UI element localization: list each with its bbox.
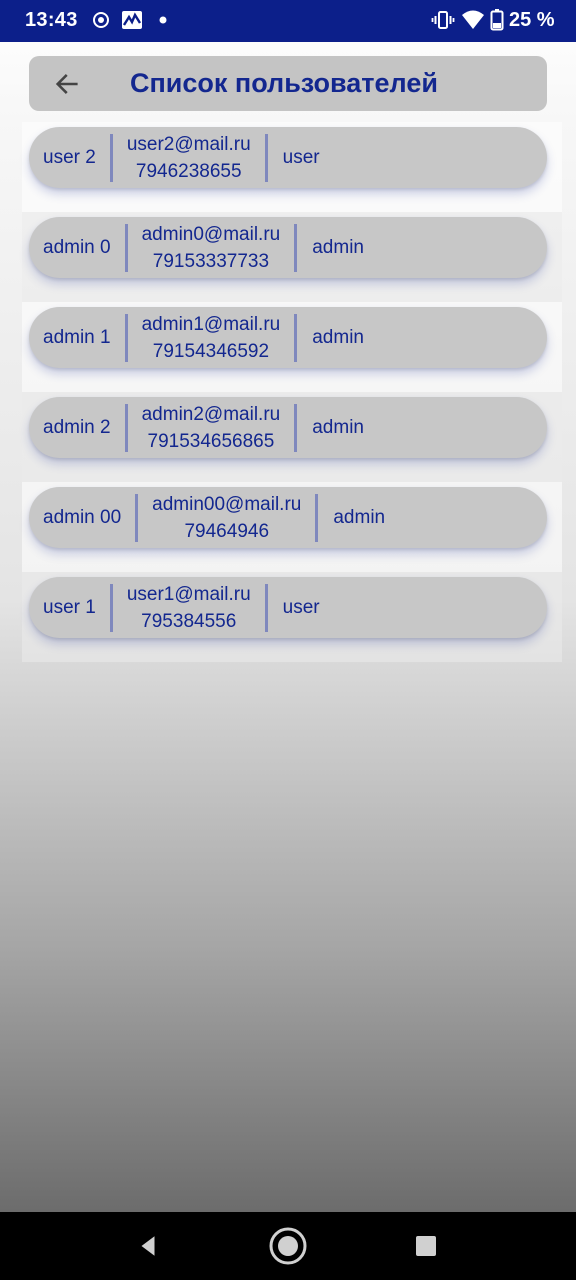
user-card[interactable]: admin 2 admin2@mail.ru 791534656865 admi… bbox=[29, 397, 547, 458]
list-item: admin 1 admin1@mail.ru 79154346592 admin bbox=[22, 302, 562, 392]
app-notification-icon bbox=[120, 8, 144, 32]
user-email: user2@mail.ru bbox=[126, 133, 251, 155]
user-card[interactable]: admin 00 admin00@mail.ru 79464946 admin bbox=[29, 487, 547, 548]
status-time: 13:43 bbox=[25, 9, 78, 31]
page-title: Список пользователей bbox=[130, 68, 438, 98]
nav-recents-button[interactable] bbox=[406, 1226, 446, 1266]
user-name: user 1 bbox=[43, 596, 96, 618]
user-contact: admin0@mail.ru 79153337733 bbox=[128, 221, 295, 275]
back-triangle-icon bbox=[141, 1236, 155, 1256]
arrow-left-icon bbox=[55, 74, 78, 94]
wifi-icon bbox=[461, 8, 485, 32]
user-name: user 2 bbox=[43, 146, 96, 168]
user-card[interactable]: admin 1 admin1@mail.ru 79154346592 admin bbox=[29, 307, 547, 368]
user-email: user1@mail.ru bbox=[126, 583, 251, 605]
user-phone: 7946238655 bbox=[135, 160, 242, 182]
user-contact: user2@mail.ru 7946238655 bbox=[113, 131, 265, 185]
battery-percentage: 25 % bbox=[509, 9, 555, 31]
status-bar: 13:43 25 % bbox=[0, 0, 576, 42]
nav-back-button[interactable] bbox=[128, 1226, 168, 1266]
user-phone: 795384556 bbox=[141, 610, 237, 632]
navigation-bar bbox=[0, 1212, 576, 1280]
user-list[interactable]: user 2 user2@mail.ru 7946238655 user adm… bbox=[22, 122, 562, 662]
home-circle-icon bbox=[269, 1227, 307, 1265]
user-contact: admin00@mail.ru 79464946 bbox=[138, 491, 315, 545]
back-button[interactable] bbox=[45, 63, 89, 105]
user-role: admin bbox=[333, 506, 386, 528]
app-header: Список пользователей bbox=[29, 56, 547, 111]
user-name: admin 00 bbox=[43, 506, 122, 528]
user-role: admin bbox=[312, 416, 364, 438]
list-item: admin 00 admin00@mail.ru 79464946 admin bbox=[22, 482, 562, 572]
user-name: admin 0 bbox=[43, 236, 111, 258]
user-phone: 79153337733 bbox=[152, 250, 270, 272]
user-email: admin1@mail.ru bbox=[141, 313, 281, 335]
user-role: user bbox=[282, 146, 320, 168]
user-card[interactable]: user 2 user2@mail.ru 7946238655 user bbox=[29, 127, 547, 188]
user-email: admin0@mail.ru bbox=[141, 223, 281, 245]
recents-square-icon bbox=[416, 1236, 436, 1256]
user-name: admin 2 bbox=[43, 416, 111, 438]
list-item: admin 2 admin2@mail.ru 791534656865 admi… bbox=[22, 392, 562, 482]
nav-home-button[interactable] bbox=[266, 1224, 310, 1268]
user-card[interactable]: user 1 user1@mail.ru 795384556 user bbox=[29, 577, 547, 638]
user-contact: admin1@mail.ru 79154346592 bbox=[128, 311, 295, 365]
user-role: admin bbox=[312, 326, 364, 348]
vibrate-icon bbox=[431, 8, 455, 32]
list-item: user 2 user2@mail.ru 7946238655 user bbox=[22, 122, 562, 212]
user-email: admin2@mail.ru bbox=[141, 403, 281, 425]
user-phone: 79464946 bbox=[184, 520, 270, 542]
notification-dot-icon bbox=[152, 8, 176, 32]
user-contact: user1@mail.ru 795384556 bbox=[113, 581, 265, 635]
user-card[interactable]: admin 0 admin0@mail.ru 79153337733 admin bbox=[29, 217, 547, 278]
user-phone: 79154346592 bbox=[152, 340, 270, 362]
user-email: admin00@mail.ru bbox=[152, 493, 302, 515]
list-item: admin 0 admin0@mail.ru 79153337733 admin bbox=[22, 212, 562, 302]
user-contact: admin2@mail.ru 791534656865 bbox=[128, 401, 295, 455]
focus-icon bbox=[89, 8, 113, 32]
list-item: user 1 user1@mail.ru 795384556 user bbox=[22, 572, 562, 662]
user-role: admin bbox=[312, 236, 364, 258]
user-phone: 791534656865 bbox=[147, 430, 275, 452]
user-role: user bbox=[282, 596, 320, 618]
user-name: admin 1 bbox=[43, 326, 111, 348]
